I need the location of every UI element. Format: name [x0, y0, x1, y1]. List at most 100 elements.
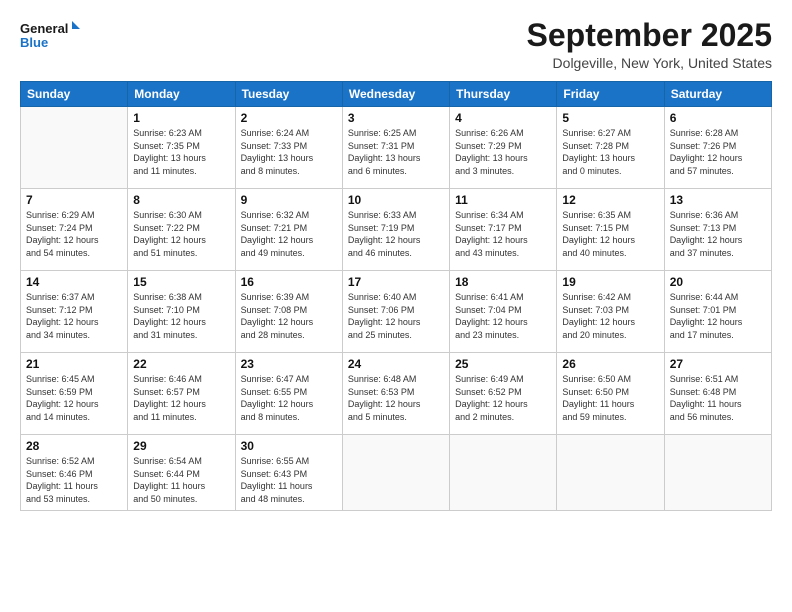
- location: Dolgeville, New York, United States: [527, 55, 772, 71]
- table-row: 7 Sunrise: 6:29 AM Sunset: 7:24 PM Daylig…: [21, 189, 128, 271]
- table-row: 16 Sunrise: 6:39 AM Sunset: 7:08 PM Dayli…: [235, 271, 342, 353]
- svg-text:Blue: Blue: [20, 35, 48, 50]
- day-number: 17: [348, 275, 444, 289]
- day-info: Sunrise: 6:41 AM Sunset: 7:04 PM Dayligh…: [455, 291, 551, 341]
- table-row: 3 Sunrise: 6:25 AM Sunset: 7:31 PM Daylig…: [342, 107, 449, 189]
- page-header: General Blue September 2025 Dolgeville, …: [20, 18, 772, 71]
- day-info: Sunrise: 6:36 AM Sunset: 7:13 PM Dayligh…: [670, 209, 766, 259]
- day-info: Sunrise: 6:37 AM Sunset: 7:12 PM Dayligh…: [26, 291, 122, 341]
- table-row: 11 Sunrise: 6:34 AM Sunset: 7:17 PM Dayli…: [450, 189, 557, 271]
- table-row: 26 Sunrise: 6:50 AM Sunset: 6:50 PM Dayli…: [557, 353, 664, 435]
- day-number: 5: [562, 111, 658, 125]
- day-number: 24: [348, 357, 444, 371]
- table-row: 24 Sunrise: 6:48 AM Sunset: 6:53 PM Dayli…: [342, 353, 449, 435]
- calendar-header-row: Sunday Monday Tuesday Wednesday Thursday…: [21, 82, 772, 107]
- day-number: 29: [133, 439, 229, 453]
- header-saturday: Saturday: [664, 82, 771, 107]
- day-info: Sunrise: 6:39 AM Sunset: 7:08 PM Dayligh…: [241, 291, 337, 341]
- table-row: 29 Sunrise: 6:54 AM Sunset: 6:44 PM Dayli…: [128, 435, 235, 510]
- day-number: 14: [26, 275, 122, 289]
- day-number: 13: [670, 193, 766, 207]
- day-info: Sunrise: 6:35 AM Sunset: 7:15 PM Dayligh…: [562, 209, 658, 259]
- table-row: 8 Sunrise: 6:30 AM Sunset: 7:22 PM Daylig…: [128, 189, 235, 271]
- header-tuesday: Tuesday: [235, 82, 342, 107]
- day-info: Sunrise: 6:50 AM Sunset: 6:50 PM Dayligh…: [562, 373, 658, 423]
- day-number: 9: [241, 193, 337, 207]
- day-number: 21: [26, 357, 122, 371]
- header-sunday: Sunday: [21, 82, 128, 107]
- day-info: Sunrise: 6:27 AM Sunset: 7:28 PM Dayligh…: [562, 127, 658, 177]
- day-info: Sunrise: 6:48 AM Sunset: 6:53 PM Dayligh…: [348, 373, 444, 423]
- day-info: Sunrise: 6:28 AM Sunset: 7:26 PM Dayligh…: [670, 127, 766, 177]
- day-info: Sunrise: 6:32 AM Sunset: 7:21 PM Dayligh…: [241, 209, 337, 259]
- table-row: 6 Sunrise: 6:28 AM Sunset: 7:26 PM Daylig…: [664, 107, 771, 189]
- day-number: 26: [562, 357, 658, 371]
- day-number: 10: [348, 193, 444, 207]
- table-row: 14 Sunrise: 6:37 AM Sunset: 7:12 PM Dayli…: [21, 271, 128, 353]
- table-row: 4Sunrise: 6:26 AM Sunset: 7:29 PM Daylig…: [450, 107, 557, 189]
- table-row: 28 Sunrise: 6:52 AM Sunset: 6:46 PM Dayli…: [21, 435, 128, 510]
- table-row: 27 Sunrise: 6:51 AM Sunset: 6:48 PM Dayli…: [664, 353, 771, 435]
- day-info: Sunrise: 6:40 AM Sunset: 7:06 PM Dayligh…: [348, 291, 444, 341]
- day-number: 16: [241, 275, 337, 289]
- day-info: Sunrise: 6:30 AM Sunset: 7:22 PM Dayligh…: [133, 209, 229, 259]
- day-info: Sunrise: 6:52 AM Sunset: 6:46 PM Dayligh…: [26, 455, 122, 505]
- day-number: 23: [241, 357, 337, 371]
- table-row: 10 Sunrise: 6:33 AM Sunset: 7:19 PM Dayli…: [342, 189, 449, 271]
- day-info: Sunrise: 6:54 AM Sunset: 6:44 PM Dayligh…: [133, 455, 229, 505]
- day-number: 2: [241, 111, 337, 125]
- table-row: 21 Sunrise: 6:45 AM Sunset: 6:59 PM Dayli…: [21, 353, 128, 435]
- table-row: 5 Sunrise: 6:27 AM Sunset: 7:28 PM Daylig…: [557, 107, 664, 189]
- day-number: 11: [455, 193, 551, 207]
- day-info: Sunrise: 6:51 AM Sunset: 6:48 PM Dayligh…: [670, 373, 766, 423]
- day-info: Sunrise: 6:23 AM Sunset: 7:35 PM Dayligh…: [133, 127, 229, 177]
- table-row: 25Sunrise: 6:49 AM Sunset: 6:52 PM Dayli…: [450, 353, 557, 435]
- day-info: Sunrise: 6:29 AM Sunset: 7:24 PM Dayligh…: [26, 209, 122, 259]
- logo: General Blue: [20, 18, 80, 54]
- title-block: September 2025 Dolgeville, New York, Uni…: [527, 18, 772, 71]
- table-row: 9 Sunrise: 6:32 AM Sunset: 7:21 PM Daylig…: [235, 189, 342, 271]
- header-wednesday: Wednesday: [342, 82, 449, 107]
- day-number: 19: [562, 275, 658, 289]
- table-row: 2 Sunrise: 6:24 AM Sunset: 7:33 PM Daylig…: [235, 107, 342, 189]
- day-info: Sunrise: 6:49 AM Sunset: 6:52 PM Dayligh…: [455, 373, 551, 423]
- day-number: 12: [562, 193, 658, 207]
- day-number: 6: [670, 111, 766, 125]
- day-number: 7: [26, 193, 122, 207]
- table-row: [21, 107, 128, 189]
- day-number: 3: [348, 111, 444, 125]
- table-row: 18 Sunrise: 6:41 AM Sunset: 7:04 PM Dayli…: [450, 271, 557, 353]
- table-row: 23 Sunrise: 6:47 AM Sunset: 6:55 PM Dayli…: [235, 353, 342, 435]
- day-number: 27: [670, 357, 766, 371]
- header-thursday: Thursday: [450, 82, 557, 107]
- table-row: 12 Sunrise: 6:35 AM Sunset: 7:15 PM Dayli…: [557, 189, 664, 271]
- logo-svg: General Blue: [20, 18, 80, 54]
- table-row: [557, 435, 664, 510]
- day-number: 1: [133, 111, 229, 125]
- month-title: September 2025: [527, 18, 772, 53]
- table-row: 30 Sunrise: 6:55 AM Sunset: 6:43 PM Dayli…: [235, 435, 342, 510]
- header-friday: Friday: [557, 82, 664, 107]
- day-number: 15: [133, 275, 229, 289]
- day-info: Sunrise: 6:45 AM Sunset: 6:59 PM Dayligh…: [26, 373, 122, 423]
- day-number: 8: [133, 193, 229, 207]
- table-row: 17 Sunrise: 6:40 AM Sunset: 7:06 PM Dayli…: [342, 271, 449, 353]
- table-row: 1 Sunrise: 6:23 AM Sunset: 7:35 PM Daylig…: [128, 107, 235, 189]
- day-number: 30: [241, 439, 337, 453]
- header-monday: Monday: [128, 82, 235, 107]
- day-info: Sunrise: 6:47 AM Sunset: 6:55 PM Dayligh…: [241, 373, 337, 423]
- day-number: 28: [26, 439, 122, 453]
- day-info: Sunrise: 6:25 AM Sunset: 7:31 PM Dayligh…: [348, 127, 444, 177]
- day-info: Sunrise: 6:26 AM Sunset: 7:29 PM Dayligh…: [455, 127, 551, 177]
- day-info: Sunrise: 6:55 AM Sunset: 6:43 PM Dayligh…: [241, 455, 337, 505]
- day-number: 22: [133, 357, 229, 371]
- day-number: 18: [455, 275, 551, 289]
- table-row: 19 Sunrise: 6:42 AM Sunset: 7:03 PM Dayli…: [557, 271, 664, 353]
- day-info: Sunrise: 6:33 AM Sunset: 7:19 PM Dayligh…: [348, 209, 444, 259]
- svg-text:General: General: [20, 21, 68, 36]
- table-row: 20Sunrise: 6:44 AM Sunset: 7:01 PM Dayli…: [664, 271, 771, 353]
- day-info: Sunrise: 6:24 AM Sunset: 7:33 PM Dayligh…: [241, 127, 337, 177]
- day-info: Sunrise: 6:42 AM Sunset: 7:03 PM Dayligh…: [562, 291, 658, 341]
- day-info: Sunrise: 6:34 AM Sunset: 7:17 PM Dayligh…: [455, 209, 551, 259]
- day-info: Sunrise: 6:38 AM Sunset: 7:10 PM Dayligh…: [133, 291, 229, 341]
